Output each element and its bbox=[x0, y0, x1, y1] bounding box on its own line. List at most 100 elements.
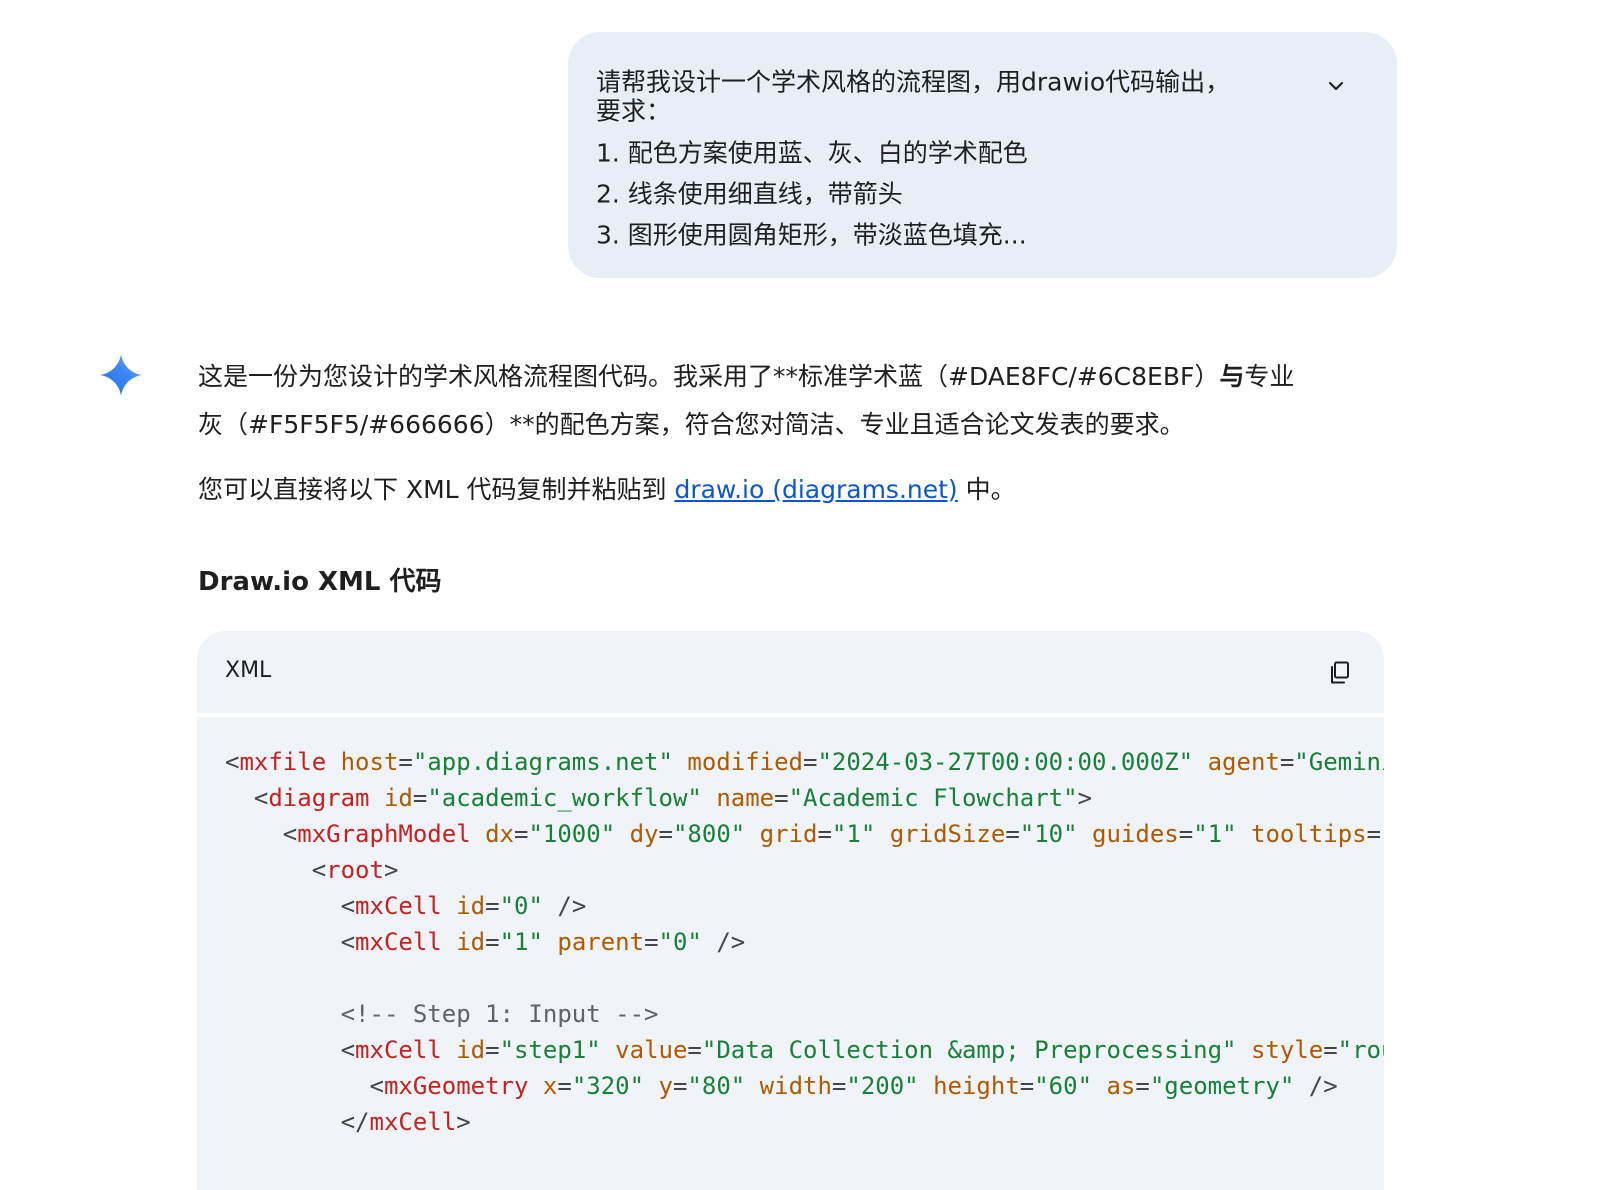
code-token: "80" bbox=[687, 1072, 746, 1100]
code-token: "Academic Flowchart" bbox=[788, 784, 1078, 812]
user-prompt-line: 3. 图形使用圆角矩形，带淡蓝色填充... bbox=[596, 220, 1027, 250]
code-token: /> bbox=[701, 928, 746, 956]
code-token: > bbox=[1077, 784, 1093, 812]
gemini-sparkle-icon bbox=[100, 354, 142, 396]
code-token: < bbox=[225, 748, 240, 776]
code-token: "Data Collection &amp; Preprocessing" bbox=[701, 1036, 1237, 1064]
code-token: "1" bbox=[831, 820, 876, 848]
code-token: diagram bbox=[268, 784, 370, 812]
code-token: "0" bbox=[658, 928, 702, 956]
code-block-header: XML bbox=[197, 631, 1384, 713]
code-token: id bbox=[383, 784, 413, 812]
code-token: as bbox=[1106, 1072, 1136, 1100]
response-text: 这是一份为您设计的学术风格流程图代码。我采用了**标准学术蓝（#DAE8FC/#… bbox=[198, 362, 1220, 391]
code-line: <mxfile host="app.diagrams.net" modified… bbox=[225, 744, 1384, 780]
code-token: "320" bbox=[571, 1072, 645, 1100]
response-paragraph: 灰（#F5F5F5/#666666）**的配色方案，符合您对简洁、专业且适合论文… bbox=[198, 410, 1185, 439]
code-token: "200" bbox=[846, 1072, 919, 1100]
user-prompt-line: 要求： bbox=[596, 96, 672, 126]
user-prompt-line: 请帮我设计一个学术风格的流程图，用drawio代码输出， bbox=[596, 67, 1231, 97]
code-token: = bbox=[774, 784, 789, 812]
code-token: tooltips bbox=[1251, 820, 1367, 848]
code-token: </ bbox=[225, 1108, 370, 1136]
expand-prompt-button[interactable] bbox=[1320, 70, 1352, 102]
code-token: "800" bbox=[672, 820, 746, 848]
code-token: = bbox=[1019, 1072, 1035, 1100]
code-token: "rou bbox=[1337, 1036, 1384, 1064]
code-token: < bbox=[225, 892, 356, 920]
copy-icon bbox=[1331, 661, 1349, 684]
code-token: modified bbox=[687, 748, 803, 776]
code-token: "Gemini bbox=[1294, 748, 1384, 776]
code-token: dy bbox=[629, 820, 659, 848]
code-token: < bbox=[225, 820, 298, 848]
code-token: = bbox=[1323, 1036, 1338, 1064]
code-token: width bbox=[759, 1072, 832, 1100]
drawio-link[interactable]: draw.io (diagrams.net) bbox=[674, 475, 957, 504]
user-prompt-line: 2. 线条使用细直线，带箭头 bbox=[596, 179, 903, 209]
code-token: = bbox=[658, 820, 673, 848]
code-token: = bbox=[687, 1036, 702, 1064]
code-content: <mxfile host="app.diagrams.net" modified… bbox=[225, 744, 1384, 1140]
code-token: mxGeometry bbox=[383, 1072, 529, 1100]
code-token: /> bbox=[542, 892, 587, 920]
code-line: <mxCell id="0" /> bbox=[225, 888, 1384, 924]
paste-suffix: 中。 bbox=[957, 475, 1016, 504]
code-token: = bbox=[817, 820, 832, 848]
section-heading: Draw.io XML 代码 bbox=[198, 567, 442, 597]
code-token: id bbox=[456, 892, 486, 920]
code-token: = bbox=[485, 1036, 500, 1064]
code-token: /> bbox=[1294, 1072, 1338, 1100]
code-token: = bbox=[485, 928, 500, 956]
code-token: "academic_workflow" bbox=[427, 784, 702, 812]
paste-prefix: 您可以直接将以下 XML 代码复制并粘贴到 bbox=[198, 475, 675, 504]
code-token: = bbox=[514, 820, 529, 848]
code-line: <mxCell id="1" parent="0" /> bbox=[225, 924, 1384, 960]
code-token: > bbox=[456, 1108, 471, 1136]
code-token: name bbox=[716, 784, 775, 812]
code-token: dx bbox=[485, 820, 514, 848]
response-bold-text: 与 bbox=[1219, 362, 1245, 391]
code-token: < bbox=[225, 1072, 384, 1100]
code-token: guides bbox=[1092, 820, 1179, 848]
code-token: "1000" bbox=[528, 820, 616, 848]
code-token: style bbox=[1250, 1036, 1324, 1064]
code-line: <root> bbox=[225, 852, 1384, 888]
code-token: x bbox=[542, 1072, 558, 1100]
code-token: = bbox=[672, 1072, 688, 1100]
copy-code-button[interactable] bbox=[1324, 657, 1356, 689]
code-token: "geometry" bbox=[1149, 1072, 1295, 1100]
code-line: <diagram id="academic_workflow" name="Ac… bbox=[225, 780, 1384, 816]
code-token: "app.diagrams.net" bbox=[412, 748, 673, 776]
code-token: host bbox=[340, 748, 399, 776]
code-token: = bbox=[1135, 1072, 1150, 1100]
code-token: mxCell bbox=[355, 1036, 442, 1064]
code-token: "60" bbox=[1034, 1072, 1093, 1100]
paste-instruction: 您可以直接将以下 XML 代码复制并粘贴到 draw.io (diagrams.… bbox=[198, 466, 1016, 514]
code-token: "step1" bbox=[499, 1036, 601, 1064]
code-token: mxCell bbox=[355, 892, 442, 920]
code-token: agent bbox=[1207, 748, 1280, 776]
code-token: "0" bbox=[499, 892, 543, 920]
response-paragraph: 这是一份为您设计的学术风格流程图代码。我采用了**标准学术蓝（#DAE8FC/#… bbox=[198, 353, 1294, 401]
code-token: < bbox=[225, 856, 327, 884]
code-token: "1" bbox=[499, 928, 543, 956]
